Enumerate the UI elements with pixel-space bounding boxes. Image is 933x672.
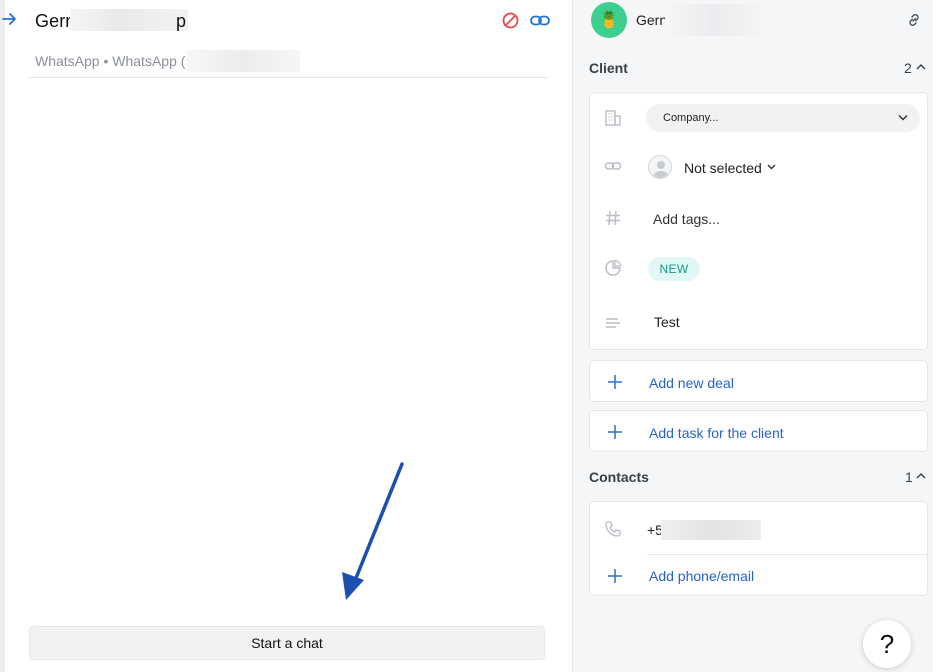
client-section-title: Client (589, 60, 628, 76)
add-deal-link[interactable]: Add new deal (649, 375, 734, 391)
chevron-up-icon[interactable] (916, 472, 926, 480)
avatar[interactable]: 🍍 (591, 2, 627, 38)
plus-icon (608, 375, 622, 389)
user-icon (653, 161, 669, 178)
client-count: 2 (904, 60, 912, 76)
company-placeholder: Company... (663, 112, 719, 124)
responsible-select[interactable]: Not selected (684, 160, 762, 176)
status-badge[interactable]: NEW (648, 257, 700, 281)
redacted-subtitle (186, 50, 300, 72)
contacts-card: +5 Add phone/email (589, 501, 929, 596)
link-icon (604, 162, 622, 170)
left-edge-strip (0, 0, 5, 672)
contacts-count: 1 (905, 469, 913, 485)
add-task-row[interactable]: Add task for the client (589, 410, 928, 452)
client-sidebar: 🍍 Gern Client 2 Company... Not selected … (573, 0, 933, 672)
plus-icon (608, 569, 622, 583)
redacted-name (665, 4, 761, 36)
lines-icon (606, 318, 620, 328)
contacts-section-title: Contacts (589, 469, 649, 485)
pie-icon (605, 259, 622, 276)
contact-name: Gern (636, 12, 668, 28)
start-chat-button[interactable]: Start a chat (29, 626, 545, 660)
block-icon[interactable] (502, 12, 519, 29)
link-icon[interactable] (906, 12, 922, 28)
add-phone-email-link[interactable]: Add phone/email (649, 568, 754, 584)
chat-title-tail: p (176, 11, 187, 31)
header-divider (29, 77, 548, 78)
arrow-right-icon[interactable] (2, 11, 18, 27)
add-task-link[interactable]: Add task for the client (649, 425, 784, 441)
chevron-down-icon[interactable] (767, 164, 776, 170)
link-icon[interactable] (530, 12, 550, 29)
redacted-title (70, 9, 188, 31)
chevron-down-icon (898, 114, 908, 121)
plus-icon (608, 425, 622, 439)
chat-pane: Gern p WhatsApp • WhatsApp ( Start a cha… (0, 0, 572, 672)
add-deal-row[interactable]: Add new deal (589, 360, 928, 402)
avatar[interactable] (648, 155, 672, 179)
pineapple-icon: 🍍 (599, 12, 619, 29)
add-tags-input[interactable]: Add tags... (653, 211, 720, 227)
contacts-divider (647, 554, 929, 555)
redacted-phone (661, 520, 761, 540)
chevron-up-icon[interactable] (916, 63, 926, 71)
client-note[interactable]: Test (654, 314, 680, 330)
client-card: Company... Not selected Add tags... NEW … (589, 92, 928, 350)
company-select[interactable]: Company... (646, 104, 920, 132)
annotation-arrow-icon (342, 462, 404, 600)
chat-subtitle: WhatsApp • WhatsApp ( (35, 53, 186, 69)
help-button[interactable]: ? (863, 620, 911, 668)
phone-icon (605, 521, 621, 537)
building-icon (605, 110, 621, 126)
hash-icon (606, 210, 620, 226)
